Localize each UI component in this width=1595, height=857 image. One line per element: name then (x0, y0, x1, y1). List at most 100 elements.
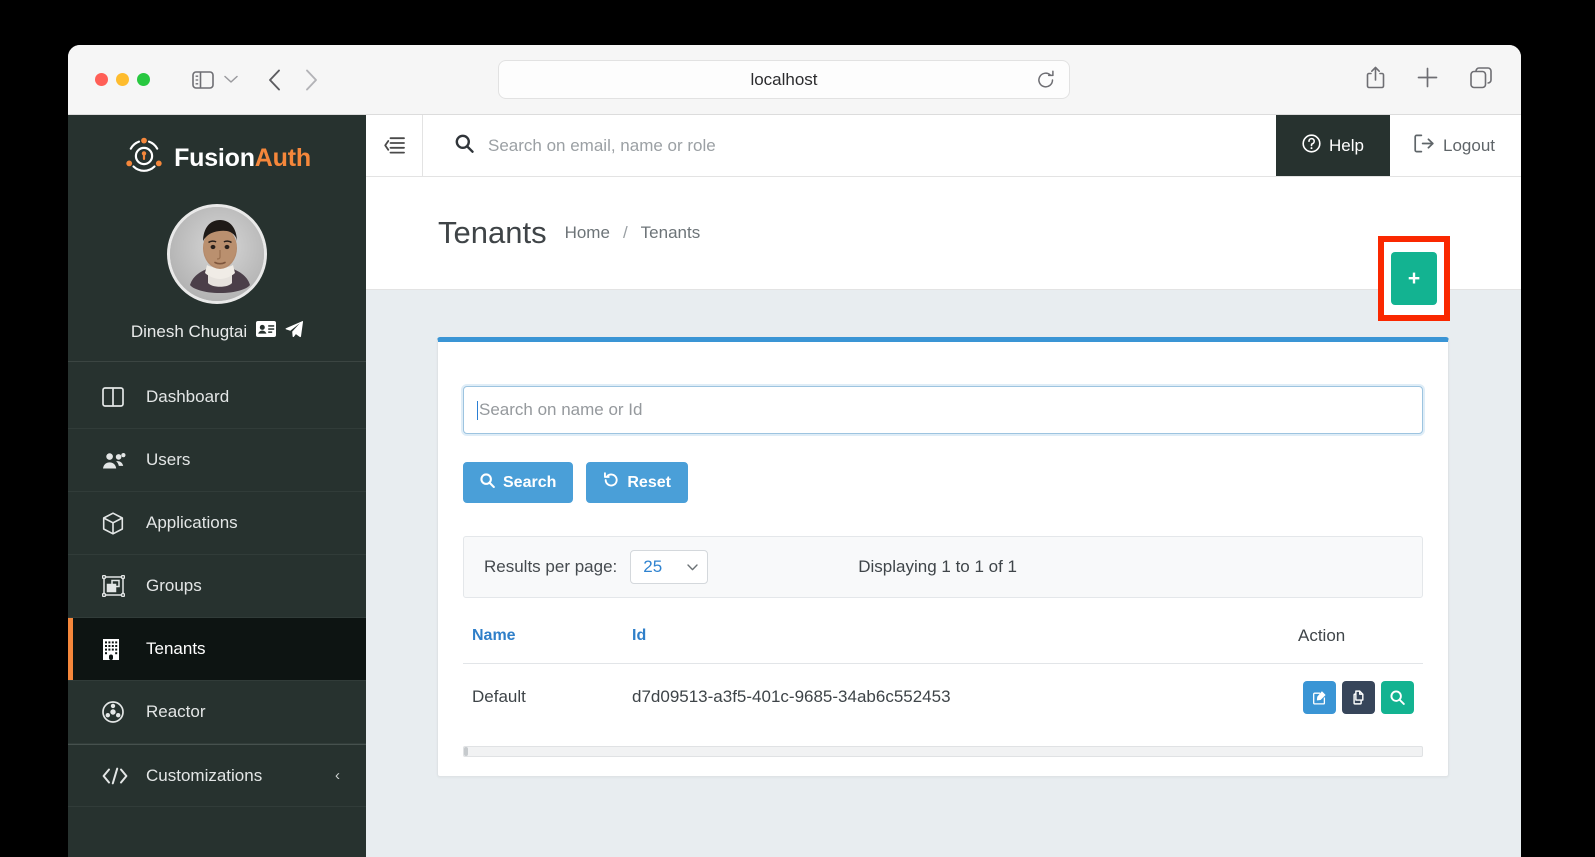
reset-button[interactable]: Reset (586, 462, 688, 503)
sidebar-item-dashboard[interactable]: Dashboard (68, 366, 366, 429)
browser-toolbar: localhost (68, 45, 1521, 115)
sidebar-item-customizations[interactable]: Customizations ‹ (68, 744, 366, 807)
add-tenant-button[interactable]: + (1391, 252, 1437, 305)
address-bar[interactable]: localhost (498, 60, 1070, 99)
chevron-down-icon[interactable] (224, 75, 238, 84)
sidebar-item-groups[interactable]: Groups (68, 555, 366, 618)
search-icon (480, 472, 495, 493)
results-per-page-select[interactable]: 25 (630, 550, 709, 584)
breadcrumb-separator: / (622, 223, 628, 242)
brand-name-second: Auth (254, 144, 311, 172)
chevron-left-icon[interactable]: ‹ (335, 767, 340, 784)
collapse-menu-icon[interactable] (366, 115, 423, 176)
sidebar-item-applications[interactable]: Applications (68, 492, 366, 555)
user-info-row: Dinesh Chugtai (68, 320, 366, 362)
search-input[interactable] (488, 135, 1277, 156)
cell-tenant-name: Default (472, 687, 526, 706)
sidebar: FusionAuth Dinesh Chugtai Dashboard User… (68, 115, 366, 857)
view-search-icon[interactable] (1381, 680, 1414, 714)
sidebar-nav: Dashboard Users Applications Groups Tena… (68, 362, 366, 807)
cell-actions (1274, 680, 1414, 714)
logout-icon (1414, 134, 1434, 158)
sidebar-toggle-icon[interactable] (192, 70, 214, 89)
scrollbar-thumb[interactable] (464, 747, 468, 756)
sidebar-item-label: Groups (146, 576, 202, 595)
text-cursor (477, 400, 478, 420)
paper-plane-icon[interactable] (285, 320, 304, 343)
sidebar-item-label: Dashboard (146, 387, 230, 406)
sidebar-item-tenants[interactable]: Tenants (68, 618, 366, 681)
maximize-window-button[interactable] (137, 73, 150, 86)
brand-logo[interactable]: FusionAuth (68, 115, 366, 182)
search-icon (455, 134, 474, 158)
browser-toolbar-right (1366, 45, 1493, 115)
tenants-building-icon (102, 638, 128, 661)
dashboard-icon (102, 387, 128, 407)
table-header-row: Name Id Action (463, 608, 1423, 664)
column-header-action: Action (1298, 625, 1346, 645)
breadcrumb: Home / Tenants (565, 223, 701, 243)
users-icon (102, 451, 128, 470)
browser-window: localhost FusionAuth Dinesh Chugtai Dash… (68, 45, 1521, 857)
applications-cube-icon (102, 511, 128, 535)
results-per-page-label: Results per page: (484, 557, 618, 576)
table-horizontal-scrollbar[interactable] (463, 746, 1423, 757)
reset-icon (603, 472, 619, 493)
code-brackets-icon (102, 767, 128, 785)
logout-label: Logout (1443, 135, 1495, 155)
plus-icon[interactable] (1417, 67, 1438, 93)
page-content: Search on name or Id Search Reset Result… (366, 290, 1521, 857)
sidebar-item-label: Applications (146, 513, 238, 532)
close-window-button[interactable] (95, 73, 108, 86)
address-bar-text: localhost (750, 69, 818, 89)
reactor-icon (102, 701, 128, 723)
user-name: Dinesh Chugtai (130, 321, 248, 341)
help-circle-icon (1302, 133, 1321, 158)
id-card-icon[interactable] (256, 321, 277, 342)
column-header-name[interactable]: Name (472, 627, 632, 645)
sidebar-item-label: Reactor (146, 702, 206, 721)
page-header: Tenants Home / Tenants + (366, 177, 1521, 321)
reload-icon[interactable] (1037, 70, 1055, 95)
cell-tenant-id: d7d09513-a3f5-401c-9685-34ab6c552453 (632, 687, 951, 706)
search-actions: Search Reset (463, 462, 1423, 503)
row-action-buttons (1298, 680, 1414, 714)
back-arrow-icon[interactable] (268, 69, 281, 91)
tenants-table: Name Id Action Default d7d09513-a3f5-401… (463, 608, 1423, 730)
tenants-card: Search on name or Id Search Reset Result… (437, 337, 1449, 777)
tabs-overview-icon[interactable] (1470, 66, 1493, 94)
global-search[interactable] (423, 115, 1277, 176)
avatar-wrapper (68, 204, 366, 304)
displaying-count: Displaying 1 to 1 of 1 (858, 557, 1018, 576)
brand-name-first: Fusion (174, 144, 255, 172)
page-title: Tenants (438, 215, 547, 250)
tenant-search-placeholder: Search on name or Id (479, 400, 643, 419)
sidebar-item-users[interactable]: Users (68, 429, 366, 492)
search-button-label: Search (503, 473, 557, 491)
forward-arrow-icon[interactable] (305, 69, 318, 91)
duplicate-icon[interactable] (1342, 680, 1375, 714)
tenant-search-field[interactable]: Search on name or Id (463, 386, 1423, 434)
sidebar-item-reactor[interactable]: Reactor (68, 681, 366, 744)
breadcrumb-item-tenants[interactable]: Tenants (641, 223, 701, 243)
share-icon[interactable] (1366, 66, 1385, 94)
edit-icon[interactable] (1303, 680, 1336, 714)
breadcrumb-item-home[interactable]: Home (565, 223, 610, 243)
add-button-highlight-box: + (1378, 236, 1450, 321)
search-button[interactable]: Search (463, 462, 574, 503)
help-button[interactable]: Help (1276, 115, 1390, 176)
chevron-down-icon (687, 560, 698, 574)
app-topbar: Help Logout (366, 115, 1521, 177)
fusionauth-logo-icon (123, 135, 165, 182)
minimize-window-button[interactable] (116, 73, 129, 86)
groups-icon (102, 575, 128, 597)
help-label: Help (1329, 135, 1364, 155)
brand-name: FusionAuth (174, 144, 311, 173)
avatar[interactable] (167, 204, 267, 304)
results-per-page-value: 25 (643, 557, 663, 576)
logout-button[interactable]: Logout (1390, 115, 1521, 176)
sidebar-item-label: Customizations (146, 765, 263, 785)
fusionauth-app: FusionAuth Dinesh Chugtai Dashboard User… (68, 115, 1521, 857)
column-header-id[interactable]: Id (632, 627, 1274, 645)
table-row[interactable]: Default d7d09513-a3f5-401c-9685-34ab6c55… (463, 664, 1423, 730)
